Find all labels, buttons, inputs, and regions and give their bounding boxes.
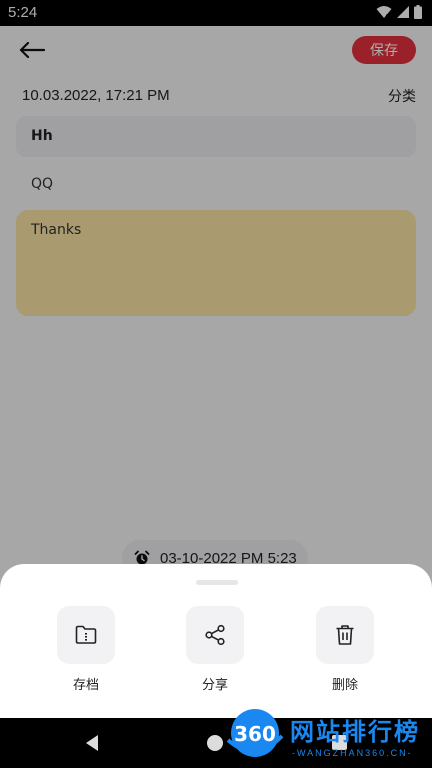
share-button[interactable]: [186, 606, 244, 664]
nav-back-icon[interactable]: [82, 733, 102, 753]
drag-handle[interactable]: [196, 580, 238, 585]
action-bottom-sheet: 存档 分享 删除: [0, 564, 432, 718]
archive-button[interactable]: [57, 606, 115, 664]
delete-label: 删除: [331, 678, 358, 693]
trash-icon: [336, 625, 354, 645]
archive-action[interactable]: 存档: [57, 606, 115, 696]
watermark-en-text: -WANGZHAN360.CN-: [292, 748, 413, 758]
watermark-logo-icon: 360: [226, 709, 284, 757]
watermark: 360 网站排行榜 -WANGZHAN360.CN-: [220, 704, 432, 768]
share-icon: [205, 624, 225, 646]
archive-label: 存档: [72, 678, 99, 693]
watermark-cn-text: 网站排行榜: [290, 718, 420, 746]
delete-button[interactable]: [316, 606, 374, 664]
share-label: 分享: [201, 678, 228, 693]
archive-folder-icon: [75, 625, 97, 644]
share-action[interactable]: 分享: [186, 606, 244, 696]
watermark-number: 360: [234, 722, 276, 746]
delete-action[interactable]: 删除: [316, 606, 374, 696]
